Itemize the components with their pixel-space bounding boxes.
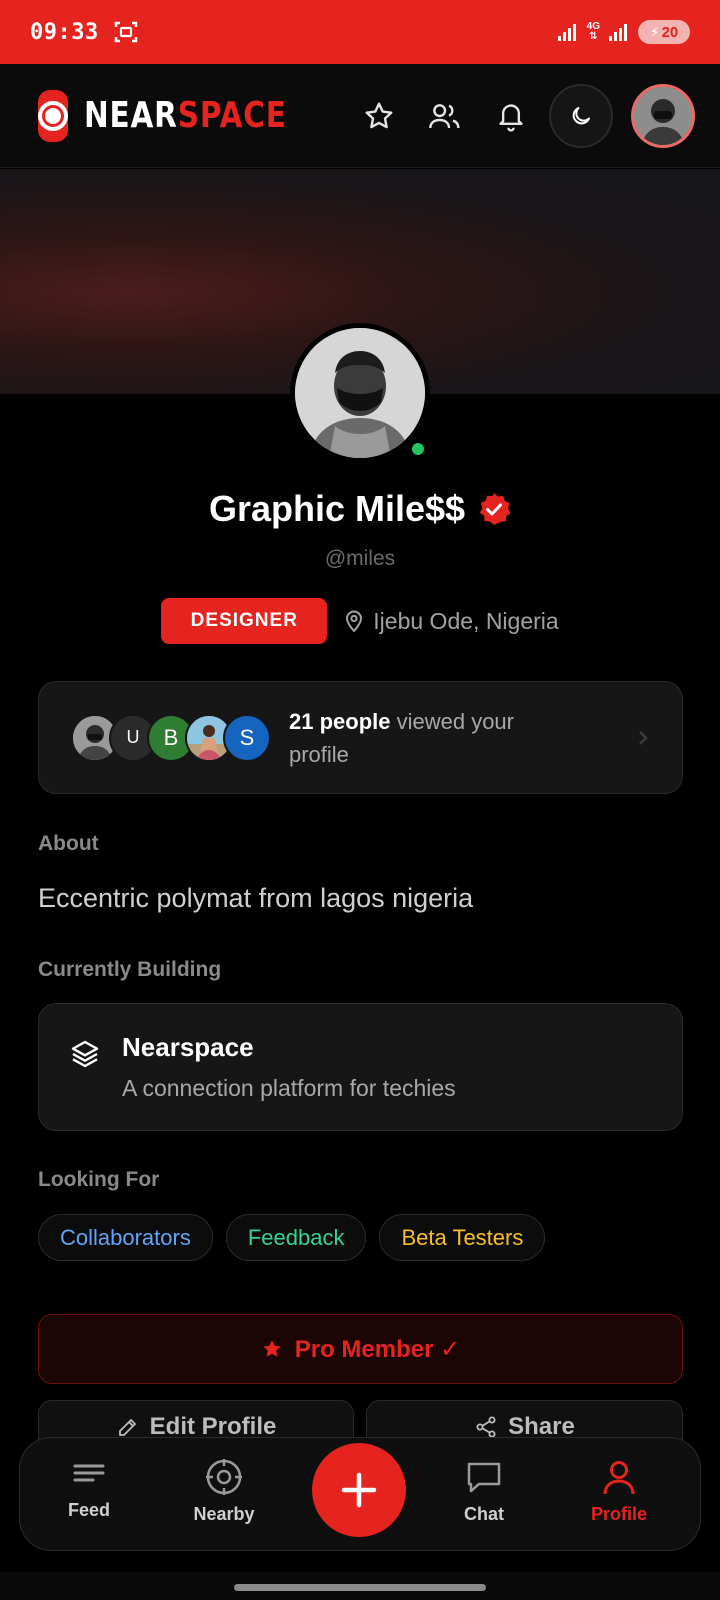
bell-icon[interactable]	[493, 98, 529, 134]
battery-indicator: ⚡ 20	[638, 20, 690, 44]
profile-location: Ijebu Ode, Nigeria	[343, 607, 559, 635]
online-status-indicator	[410, 441, 426, 457]
chevron-right-icon	[639, 730, 648, 745]
profile-viewers-card[interactable]: U B S 21 people viewed your profile	[38, 681, 683, 794]
project-title: Nearspace	[122, 1032, 254, 1062]
create-post-button[interactable]	[312, 1443, 406, 1537]
layers-icon	[71, 1040, 99, 1068]
looking-for-label: Looking For	[38, 1168, 160, 1191]
theme-toggle-button[interactable]	[549, 83, 614, 148]
edit-icon	[118, 1419, 136, 1436]
about-label: About	[38, 832, 99, 855]
verified-badge-icon	[479, 493, 511, 525]
status-time: 09:33	[30, 19, 99, 45]
chip-feedback[interactable]: Feedback	[225, 1214, 367, 1261]
bottom-navigation: Feed Nearby Chat Profile	[19, 1437, 701, 1551]
header-avatar[interactable]	[631, 83, 696, 148]
about-text: Eccentric polymat from lagos nigeria	[38, 883, 474, 913]
profile-avatar[interactable]	[290, 323, 430, 463]
viewer-avatar: S	[223, 713, 271, 762]
status-bar: 09:33 4G ⇅ ⚡ 20	[0, 0, 720, 64]
crosshair-icon	[206, 1459, 242, 1495]
currently-building-label: Currently Building	[38, 958, 222, 981]
viewers-summary: 21 people viewed your profile	[289, 708, 514, 767]
status-indicators: 4G ⇅ ⚡ 20	[557, 20, 690, 44]
nav-nearby[interactable]: Nearby	[169, 1458, 279, 1525]
charging-icon: ⚡	[649, 23, 660, 40]
profile-handle: @miles	[324, 547, 396, 570]
user-icon	[603, 1461, 635, 1495]
battery-level: 20	[661, 23, 679, 41]
signal-icon	[557, 24, 576, 41]
chip-beta-testers[interactable]: Beta Testers	[379, 1214, 546, 1261]
app-header: NEARSPACE	[0, 64, 720, 168]
looking-for-chips: Collaborators Feedback Beta Testers	[38, 1214, 546, 1261]
moon-icon	[572, 106, 591, 124]
location-text: Ijebu Ode, Nigeria	[373, 607, 559, 634]
plus-icon	[341, 1472, 377, 1508]
chat-icon	[467, 1462, 501, 1493]
home-indicator[interactable]	[234, 1584, 486, 1591]
chip-collaborators[interactable]: Collaborators	[38, 1214, 213, 1261]
users-icon[interactable]	[427, 98, 463, 134]
role-badge: DESIGNER	[161, 598, 328, 644]
project-description: A connection platform for techies	[122, 1075, 456, 1101]
nav-profile[interactable]: Profile	[564, 1458, 674, 1525]
nav-chat[interactable]: Chat	[429, 1458, 539, 1525]
location-pin-icon	[346, 610, 363, 633]
feed-icon	[73, 1464, 105, 1482]
viewer-avatar-stack: U B S	[71, 713, 271, 762]
nav-feed[interactable]: Feed	[34, 1458, 144, 1521]
star-icon[interactable]	[361, 98, 397, 134]
profile-name: Graphic Mile$$	[208, 488, 466, 529]
star-icon	[263, 1340, 281, 1357]
profile-photo	[295, 328, 425, 458]
app-logo[interactable]	[38, 89, 68, 142]
share-icon	[476, 1416, 496, 1438]
screenshot-icon	[114, 21, 137, 43]
brand-name: NEARSPACE	[84, 95, 287, 136]
currently-building-card[interactable]: Nearspace A connection platform for tech…	[38, 1003, 683, 1131]
pro-member-label: Pro Member ✓	[294, 1335, 461, 1363]
signal-icon-2	[609, 24, 627, 41]
pro-member-banner[interactable]: Pro Member ✓	[38, 1314, 683, 1384]
network-type: 4G ⇅	[586, 21, 600, 42]
